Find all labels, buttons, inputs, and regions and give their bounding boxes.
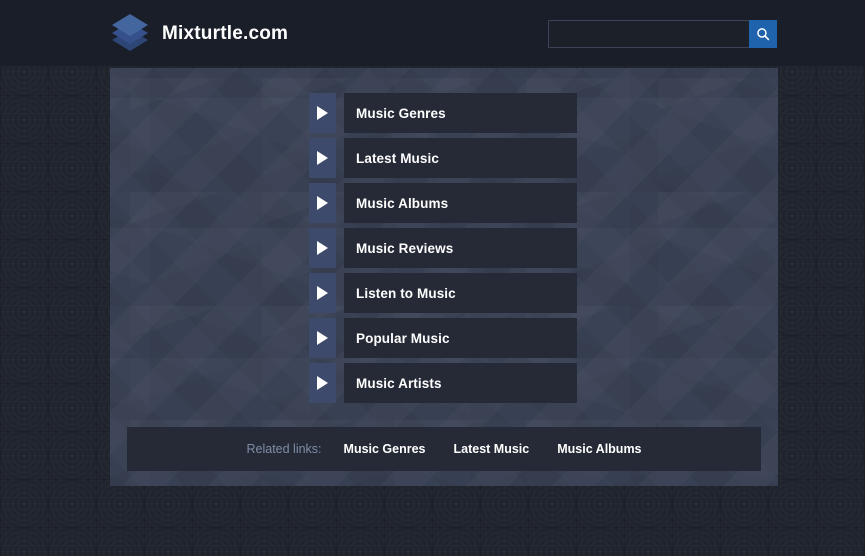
menu-item-label-box: Music Reviews <box>344 228 577 268</box>
menu-item-label-box: Popular Music <box>344 318 577 358</box>
menu-item-music-genres[interactable]: Music Genres <box>309 93 577 133</box>
play-arrow-icon <box>309 138 336 178</box>
related-links-bar: Related links: Music Genres Latest Music… <box>127 427 761 471</box>
content-panel: Music Genres Latest Music Music Albums M… <box>110 68 778 486</box>
related-link-music-genres[interactable]: Music Genres <box>344 442 426 456</box>
menu-item-listen-to-music[interactable]: Listen to Music <box>309 273 577 313</box>
menu-item-latest-music[interactable]: Latest Music <box>309 138 577 178</box>
menu-item-music-artists[interactable]: Music Artists <box>309 363 577 403</box>
menu-item-label: Music Artists <box>356 375 442 391</box>
menu-item-label-box: Music Genres <box>344 93 577 133</box>
menu-item-popular-music[interactable]: Popular Music <box>309 318 577 358</box>
search-button[interactable] <box>749 20 777 48</box>
brand-logo[interactable]: Mixturtle.com <box>110 11 288 55</box>
search-icon <box>757 28 770 41</box>
related-links-label: Related links: <box>246 442 322 456</box>
menu-item-label: Latest Music <box>356 150 439 166</box>
brand-name: Mixturtle.com <box>162 22 289 44</box>
menu-item-label-box: Music Albums <box>344 183 577 223</box>
site-header: Mixturtle.com <box>0 0 865 66</box>
menu-item-label-box: Latest Music <box>344 138 577 178</box>
menu-item-label: Popular Music <box>356 330 450 346</box>
menu-item-label: Music Genres <box>356 105 446 121</box>
play-arrow-icon <box>309 318 336 358</box>
menu-item-label: Music Reviews <box>356 240 454 256</box>
play-arrow-icon <box>309 183 336 223</box>
related-link-latest-music[interactable]: Latest Music <box>454 442 530 456</box>
search-area <box>548 20 777 48</box>
main-menu-list: Music Genres Latest Music Music Albums M… <box>309 93 577 408</box>
play-arrow-icon <box>309 273 336 313</box>
menu-item-label: Music Albums <box>356 195 449 211</box>
menu-item-music-albums[interactable]: Music Albums <box>309 183 577 223</box>
menu-item-label: Listen to Music <box>356 285 456 301</box>
menu-item-label-box: Listen to Music <box>344 273 577 313</box>
stacked-layers-icon <box>110 11 150 55</box>
related-link-music-albums[interactable]: Music Albums <box>557 442 641 456</box>
play-arrow-icon <box>309 228 336 268</box>
menu-item-label-box: Music Artists <box>344 363 577 403</box>
menu-item-music-reviews[interactable]: Music Reviews <box>309 228 577 268</box>
play-arrow-icon <box>309 363 336 403</box>
play-arrow-icon <box>309 93 336 133</box>
search-input[interactable] <box>548 20 749 48</box>
